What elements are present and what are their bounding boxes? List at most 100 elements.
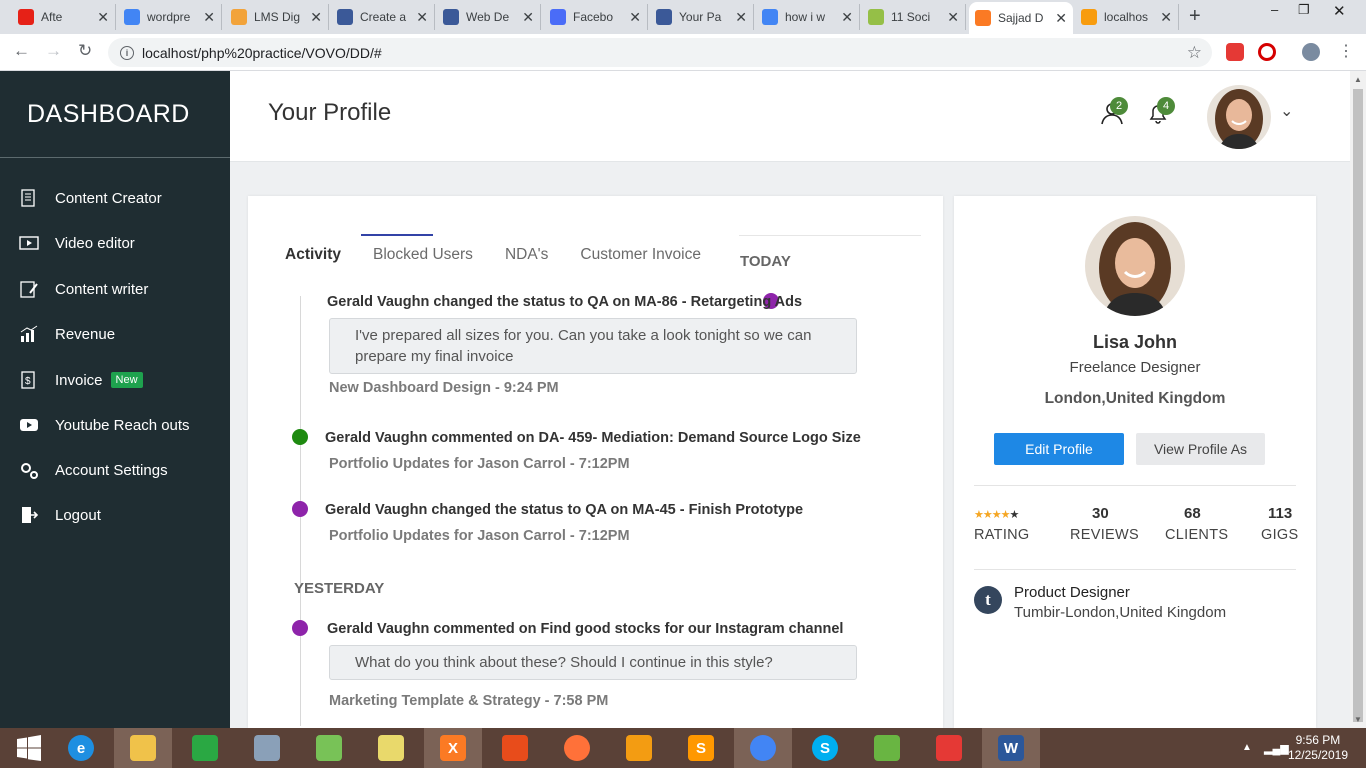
- reload-icon[interactable]: ↻: [78, 41, 92, 61]
- sidebar-item-logout[interactable]: Logout: [0, 495, 230, 535]
- browser-tab-strip: Afte ✕ wordpre ✕ LMS Dig ✕ Create a ✕ Web De ✕ Fac…: [0, 0, 1366, 34]
- event-subtitle[interactable]: Portfolio Updates for Jason Carrol - 7:1…: [329, 456, 630, 472]
- event-subtitle[interactable]: Marketing Template & Strategy - 7:58 PM: [329, 693, 608, 709]
- browser-tab[interactable]: Web De ✕: [437, 4, 541, 30]
- sidebar-item-invoice[interactable]: $ Invoice New: [0, 360, 230, 400]
- opera-extension-icon[interactable]: [1258, 43, 1276, 61]
- browser-tab[interactable]: Create a ✕: [331, 4, 435, 30]
- sidebar-item-account-settings[interactable]: Account Settings: [0, 450, 230, 490]
- tab-activity[interactable]: Activity: [285, 246, 341, 264]
- forward-icon[interactable]: →: [45, 41, 62, 61]
- browser-tab-title: Facebo: [573, 10, 614, 24]
- network-icon[interactable]: ▂▄▆: [1264, 742, 1289, 755]
- tab-customer-invoice[interactable]: Customer Invoice: [580, 246, 701, 264]
- notification-count-badge: 4: [1157, 97, 1175, 115]
- browser-tab[interactable]: LMS Dig ✕: [225, 4, 329, 30]
- taskbar-app[interactable]: W: [982, 728, 1040, 768]
- close-tab-icon[interactable]: ✕: [416, 9, 428, 26]
- browser-tab[interactable]: 11 Soci ✕: [862, 4, 966, 30]
- back-icon[interactable]: ←: [13, 41, 30, 61]
- taskbar-app[interactable]: X: [424, 728, 482, 768]
- event-subtitle[interactable]: New Dashboard Design - 9:24 PM: [329, 380, 559, 396]
- close-tab-icon[interactable]: ✕: [841, 9, 853, 26]
- browser-tab[interactable]: wordpre ✕: [118, 4, 222, 30]
- maximize-button[interactable]: ❐: [1298, 2, 1310, 18]
- taskbar-app[interactable]: [486, 728, 544, 768]
- browser-tab[interactable]: localhos ✕: [1075, 4, 1179, 30]
- sidebar-item-label: Logout: [55, 506, 101, 524]
- sidebar-item-content-writer[interactable]: Content writer: [0, 269, 230, 309]
- clock-time: 9:56 PM: [1295, 733, 1341, 747]
- taskbar-app[interactable]: [610, 728, 668, 768]
- close-tab-icon[interactable]: ✕: [947, 9, 959, 26]
- taskbar-app[interactable]: e: [52, 728, 110, 768]
- app-icon: [502, 735, 528, 761]
- taskbar-app[interactable]: [734, 728, 792, 768]
- task-manager-icon: [254, 735, 280, 761]
- system-clock[interactable]: 9:56 PM 12/25/2019: [1288, 733, 1348, 763]
- sidebar-item-label: Youtube Reach outs: [55, 416, 190, 434]
- scroll-down-icon[interactable]: ▼: [1354, 715, 1362, 724]
- minimize-button[interactable]: –: [1271, 2, 1278, 17]
- event-subtitle[interactable]: Portfolio Updates for Jason Carrol - 7:1…: [329, 528, 630, 544]
- lms-icon: [231, 9, 247, 25]
- stat-label-gigs: GIGS: [1261, 527, 1299, 543]
- bookmark-star-icon[interactable]: ☆: [1187, 43, 1202, 63]
- close-tab-icon[interactable]: ✕: [1160, 9, 1172, 26]
- sidebar-item-label: Content writer: [55, 280, 149, 298]
- edit-profile-button[interactable]: Edit Profile: [994, 433, 1124, 465]
- close-window-button[interactable]: ✕: [1333, 2, 1346, 20]
- close-tab-icon[interactable]: ✕: [629, 9, 641, 26]
- new-badge: New: [110, 372, 143, 388]
- sidebar-item-label: Invoice: [55, 371, 103, 389]
- content-creator-icon: [19, 188, 39, 208]
- sticky-notes-icon: [378, 735, 404, 761]
- event-title: Gerald Vaughn commented on DA- 459- Medi…: [325, 430, 861, 446]
- scroll-thumb[interactable]: [1353, 89, 1363, 722]
- tab-blocked-users[interactable]: Blocked Users: [373, 246, 473, 264]
- taskbar-app[interactable]: [176, 728, 234, 768]
- chevron-down-icon[interactable]: ⌄: [1280, 101, 1293, 121]
- start-button[interactable]: [0, 728, 58, 768]
- taskbar-app[interactable]: S: [672, 728, 730, 768]
- profile-avatar-icon[interactable]: [1302, 43, 1320, 61]
- extension-icon[interactable]: [1226, 43, 1244, 61]
- close-tab-icon[interactable]: ✕: [97, 9, 109, 26]
- browser-tab[interactable]: Sajjad D ✕: [969, 2, 1073, 34]
- sidebar-item-content-creator[interactable]: Content Creator: [0, 178, 230, 218]
- tray-chevron-icon[interactable]: ▲: [1242, 742, 1252, 753]
- address-bar[interactable]: i localhost/php%20practice/VOVO/DD/# ☆: [108, 38, 1212, 67]
- close-tab-icon[interactable]: ✕: [735, 9, 747, 26]
- close-tab-icon[interactable]: ✕: [310, 9, 322, 26]
- browser-tab[interactable]: Your Pa ✕: [650, 4, 754, 30]
- sidebar-item-youtube-reach-outs[interactable]: Youtube Reach outs: [0, 405, 230, 445]
- tab-ndas[interactable]: NDA's: [505, 246, 548, 264]
- taskbar-app[interactable]: [548, 728, 606, 768]
- taskbar-app[interactable]: [114, 728, 172, 768]
- taskbar-app[interactable]: S: [796, 728, 854, 768]
- sidebar-item-revenue[interactable]: Revenue: [0, 314, 230, 354]
- browser-tab[interactable]: Facebo ✕: [544, 4, 648, 30]
- taskbar-app[interactable]: [920, 728, 978, 768]
- browser-tab[interactable]: Afte ✕: [12, 4, 116, 30]
- avatar[interactable]: [1207, 85, 1271, 149]
- taskbar-app[interactable]: [238, 728, 296, 768]
- taskbar-app[interactable]: [858, 728, 916, 768]
- close-tab-icon[interactable]: ✕: [203, 9, 215, 26]
- sidebar-item-video-editor[interactable]: Video editor: [0, 223, 230, 263]
- youtube-icon: [19, 415, 39, 435]
- browser-tab-title: wordpre: [147, 10, 191, 24]
- browser-tab[interactable]: how i w ✕: [756, 4, 860, 30]
- view-profile-as-button[interactable]: View Profile As: [1136, 433, 1265, 465]
- close-tab-icon[interactable]: ✕: [1055, 10, 1067, 27]
- close-tab-icon[interactable]: ✕: [522, 9, 534, 26]
- scroll-up-icon[interactable]: ▲: [1354, 75, 1362, 84]
- stat-value-gigs: 113: [1268, 505, 1293, 522]
- menu-dots-icon[interactable]: ⋮: [1338, 41, 1354, 61]
- new-tab-button[interactable]: +: [1189, 5, 1201, 28]
- taskbar-app[interactable]: [362, 728, 420, 768]
- info-icon[interactable]: i: [120, 45, 134, 60]
- sidebar-item-label: Video editor: [55, 234, 135, 252]
- taskbar-app[interactable]: [300, 728, 358, 768]
- page-scrollbar[interactable]: ▲ ▼: [1350, 71, 1366, 728]
